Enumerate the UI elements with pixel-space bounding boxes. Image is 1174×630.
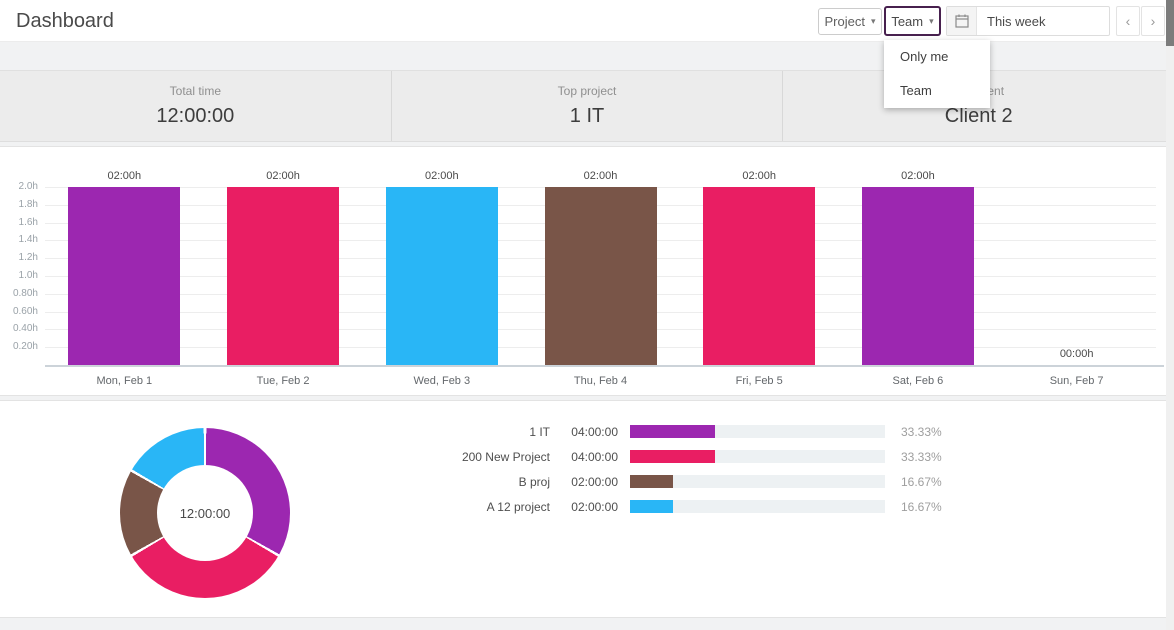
bar-Fri, Feb 5 [703,187,815,365]
bar-value-label: 02:00h [873,170,963,182]
project-name: 1 IT [290,425,550,439]
project-row: 200 New Project 04:00:00 33.33% [290,444,942,469]
project-name: B proj [290,475,550,489]
y-axis-tick: 0.40h [0,323,38,334]
weekly-chart-card: 2.0h 1.8h 1.6h 1.4h 1.2h 1.0h 0.80h 0.60h 0.40h 0… [0,146,1174,396]
project-time: 02:00:00 [556,475,618,489]
bar-Thu, Feb 4 [545,187,657,365]
bar-Mon, Feb 1 [68,187,180,365]
vertical-scrollbar[interactable] [1166,0,1174,630]
date-range-label: This week [977,14,1046,29]
project-percent: 16.67% [901,500,942,514]
project-filter-button[interactable]: Project ▾ [818,8,882,35]
project-row: 1 IT 04:00:00 33.33% [290,419,942,444]
scrollbar-thumb[interactable] [1166,0,1174,46]
project-breakdown-card: 12:00:00 1 IT04:00:0033.33%200 New Proje… [0,400,1174,618]
summary-label: Top project [392,84,783,98]
summary-band: Total time 12:00:00 Top project 1 IT Top… [0,70,1174,142]
y-axis-tick: 1.4h [0,234,38,245]
chevron-down-icon: ▾ [871,17,876,26]
team-filter-dropdown: Only me Team [884,40,990,108]
project-bar-fill [630,450,715,463]
bar-value-label: 02:00h [556,170,646,182]
y-axis-tick: 1.2h [0,252,38,263]
project-row: A 12 project 02:00:00 16.67% [290,494,942,519]
x-axis-label: Sun, Feb 7 [1017,375,1137,387]
summary-value: 1 IT [392,105,783,128]
dropdown-item-only-me[interactable]: Only me [884,40,990,74]
date-range-picker[interactable]: This week [946,6,1110,36]
chevron-right-icon: › [1151,13,1156,29]
y-axis-tick: 0.60h [0,306,38,317]
summary-value: 12:00:00 [0,105,391,128]
chevron-left-icon: ‹ [1126,13,1131,29]
dropdown-item-team[interactable]: Team [884,74,990,108]
project-bar-track [630,450,885,463]
project-bar-track [630,425,885,438]
y-axis-tick: 1.6h [0,217,38,228]
y-axis-tick: 2.0h [0,181,38,192]
x-axis-label: Wed, Feb 3 [382,375,502,387]
bar-value-label: 02:00h [238,170,328,182]
project-bar-track [630,500,885,513]
y-axis-tick: 1.8h [0,199,38,210]
project-time: 04:00:00 [556,450,618,464]
donut-center-label: 12:00:00 [157,465,253,561]
bar-value-label: 02:00h [79,170,169,182]
x-axis-label: Fri, Feb 5 [699,375,819,387]
bar-value-label: 02:00h [397,170,487,182]
summary-card-total-time: Total time 12:00:00 [0,71,392,141]
project-time: 04:00:00 [556,425,618,439]
project-bar-fill [630,500,673,513]
bar-Sat, Feb 6 [862,187,974,365]
x-axis-label: Thu, Feb 4 [541,375,661,387]
project-list: 1 IT 04:00:00 33.33% 200 New Project 04:00:0… [290,419,942,519]
summary-label: Total time [0,84,391,98]
page-title: Dashboard [16,0,114,42]
project-bar-track [630,475,885,488]
project-bar-fill [630,425,715,438]
project-filter-label: Project [825,14,865,29]
x-axis-label: Sat, Feb 6 [858,375,978,387]
team-filter-button[interactable]: Team ▾ [884,6,941,36]
bar-Wed, Feb 3 [386,187,498,365]
project-percent: 33.33% [901,425,942,439]
summary-value: Client 2 [783,105,1174,128]
summary-card-top-project: Top project 1 IT [392,71,784,141]
project-percent: 16.67% [901,475,942,489]
x-axis-label: Mon, Feb 1 [64,375,184,387]
chevron-down-icon: ▾ [929,17,934,26]
y-axis-tick: 0.20h [0,341,38,352]
project-donut-chart: 12:00:00 [120,428,290,598]
x-axis-label: Tue, Feb 2 [223,375,343,387]
team-filter-label: Team [891,14,923,29]
next-period-button[interactable]: › [1141,6,1165,36]
y-axis-tick: 0.80h [0,288,38,299]
y-axis-tick: 1.0h [0,270,38,281]
weekly-bar-chart: 2.0h 1.8h 1.6h 1.4h 1.2h 1.0h 0.80h 0.60h 0.40h 0… [0,147,1174,395]
project-bar-fill [630,475,673,488]
project-percent: 33.33% [901,450,942,464]
bar-Tue, Feb 2 [227,187,339,365]
calendar-icon [947,7,977,35]
project-row: B proj 02:00:00 16.67% [290,469,942,494]
previous-period-button[interactable]: ‹ [1116,6,1140,36]
project-name: 200 New Project [290,450,550,464]
x-axis-line [45,365,1164,367]
top-bar: Dashboard Project ▾ Team ▾ This week ‹ › [0,0,1174,42]
project-name: A 12 project [290,500,550,514]
bar-value-label: 00:00h [1032,348,1122,360]
bar-value-label: 02:00h [714,170,804,182]
project-time: 02:00:00 [556,500,618,514]
